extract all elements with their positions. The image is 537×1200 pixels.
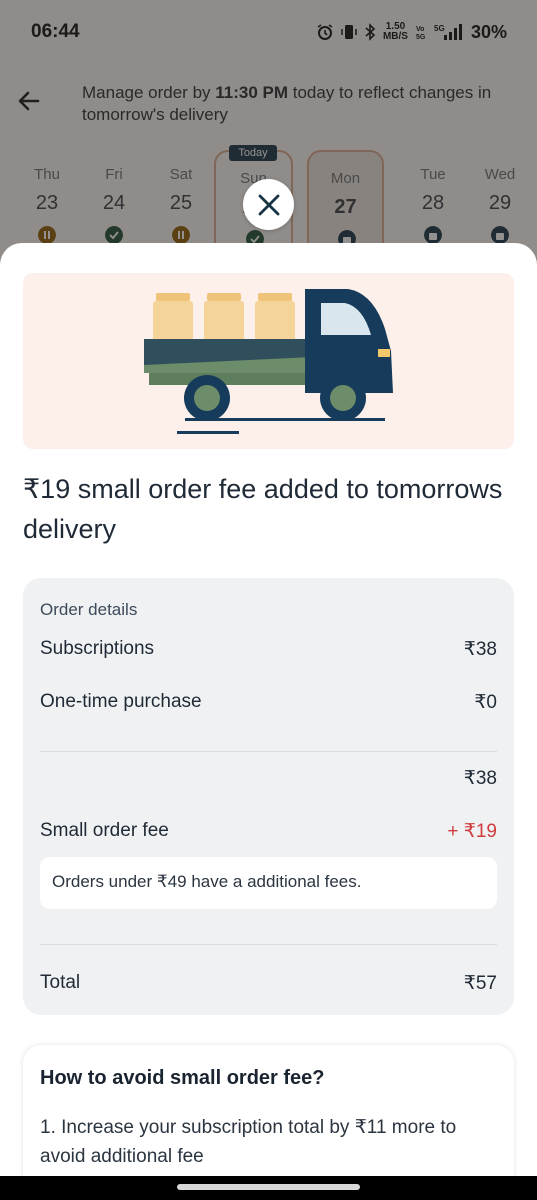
close-icon [258, 194, 279, 215]
fee-bottom-sheet: ₹19 small order fee added to tomorrows d… [0, 243, 537, 1200]
subscriptions-value: ₹38 [463, 639, 497, 660]
order-details-heading: Order details [40, 600, 138, 619]
avoid-fee-title: How to avoid small order fee? [40, 1067, 325, 1089]
system-nav-bar [0, 1176, 537, 1200]
subtotal-value: ₹38 [463, 768, 497, 789]
total-value: ₹57 [463, 973, 497, 994]
total-label: Total [40, 972, 81, 993]
small-order-fee-label: Small order fee [40, 820, 169, 841]
subscriptions-label: Subscriptions [40, 638, 155, 659]
fee-note: Orders under ₹49 have a additional fees. [40, 857, 497, 909]
hero-banner [23, 273, 514, 449]
avoid-fee-tip: 1. Increase your subscription total by ₹… [40, 1117, 457, 1167]
order-details-card: Order details Subscriptions ₹38 One-time… [23, 578, 514, 1015]
small-order-fee-value: + ₹19 [447, 821, 497, 842]
delivery-truck-illustration [144, 289, 393, 434]
screen: 06:44 1.50 MB/S Vo5G 5G 30% Manage order… [0, 0, 537, 1200]
one-time-purchase-label: One-time purchase [40, 691, 202, 712]
divider [40, 944, 497, 945]
sheet-title: ₹19 small order fee added to tomorrows d… [23, 474, 503, 544]
divider [40, 751, 497, 752]
home-gesture-handle[interactable] [177, 1184, 360, 1190]
one-time-purchase-value: ₹0 [474, 692, 497, 713]
close-button[interactable] [243, 179, 294, 230]
